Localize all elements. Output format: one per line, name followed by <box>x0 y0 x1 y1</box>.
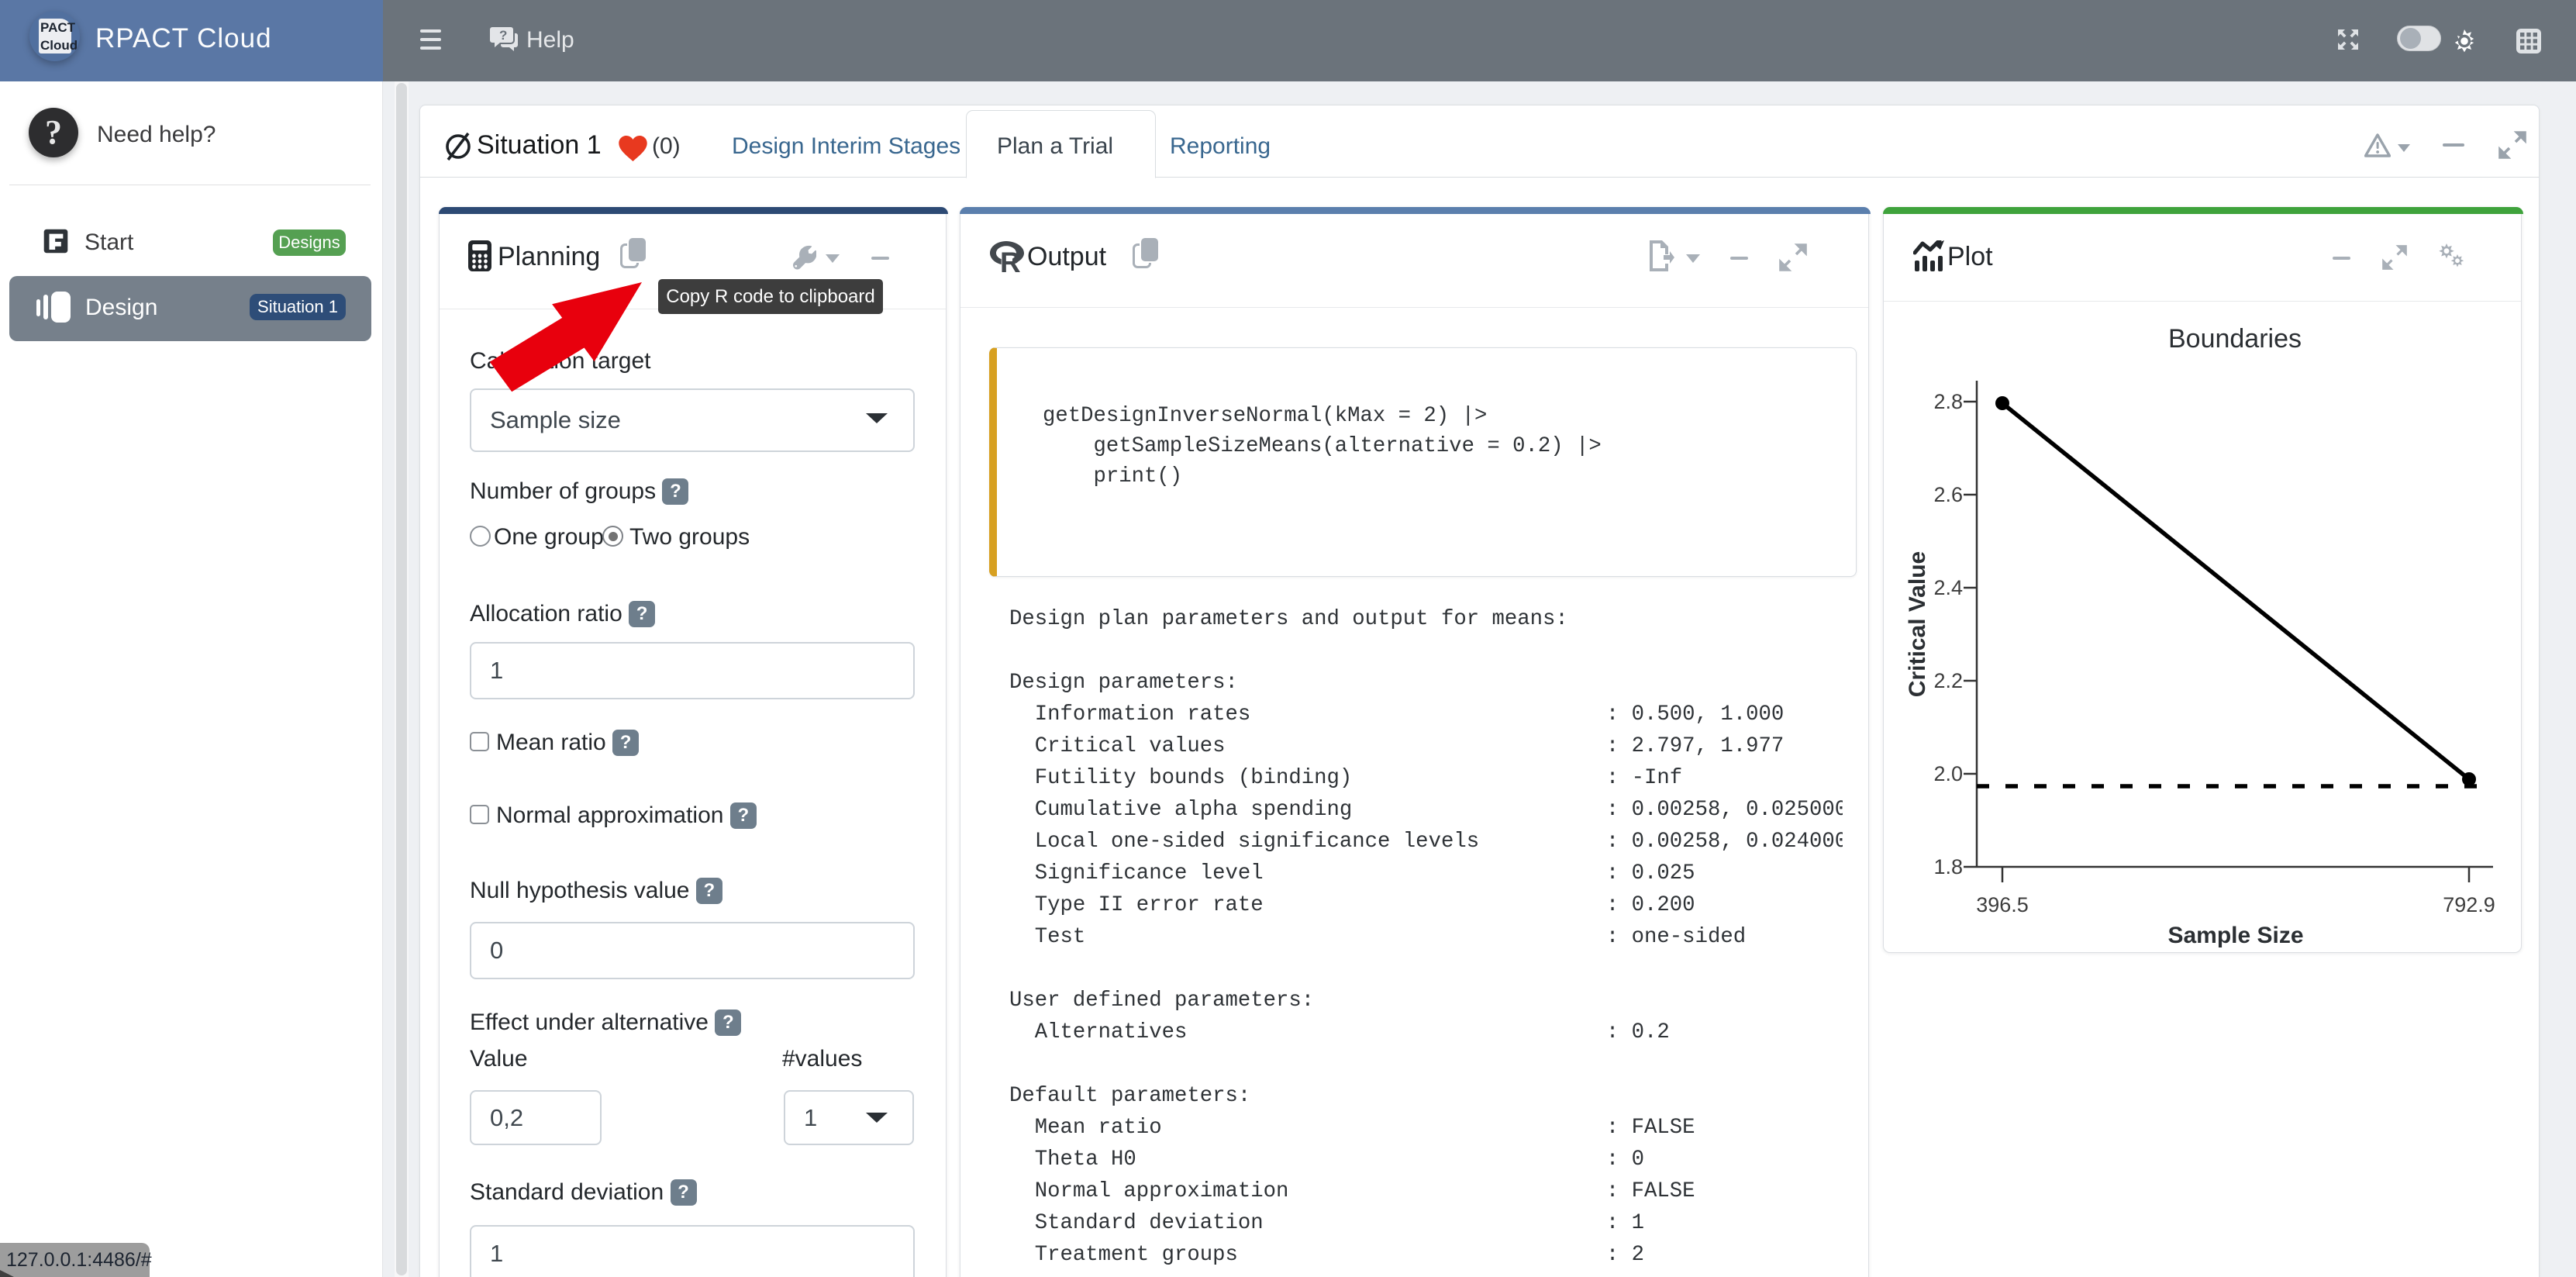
svg-text:2.6: 2.6 <box>1933 483 1963 506</box>
svg-text:2.8: 2.8 <box>1933 390 1963 413</box>
svg-text:?: ? <box>499 28 507 43</box>
svg-text:2.2: 2.2 <box>1933 669 1963 692</box>
svg-text:Boundaries: Boundaries <box>2168 324 2302 354</box>
svg-text:1.8: 1.8 <box>1933 855 1963 878</box>
svg-text:792.9: 792.9 <box>2443 893 2495 916</box>
svg-text:Critical Value: Critical Value <box>1905 551 1930 697</box>
svg-text:R: R <box>1000 247 1021 272</box>
svg-text:396.5: 396.5 <box>1976 893 2029 916</box>
svg-text:2.0: 2.0 <box>1933 762 1963 785</box>
svg-text:2.4: 2.4 <box>1933 576 1963 599</box>
svg-text:Sample Size: Sample Size <box>2167 923 2303 948</box>
